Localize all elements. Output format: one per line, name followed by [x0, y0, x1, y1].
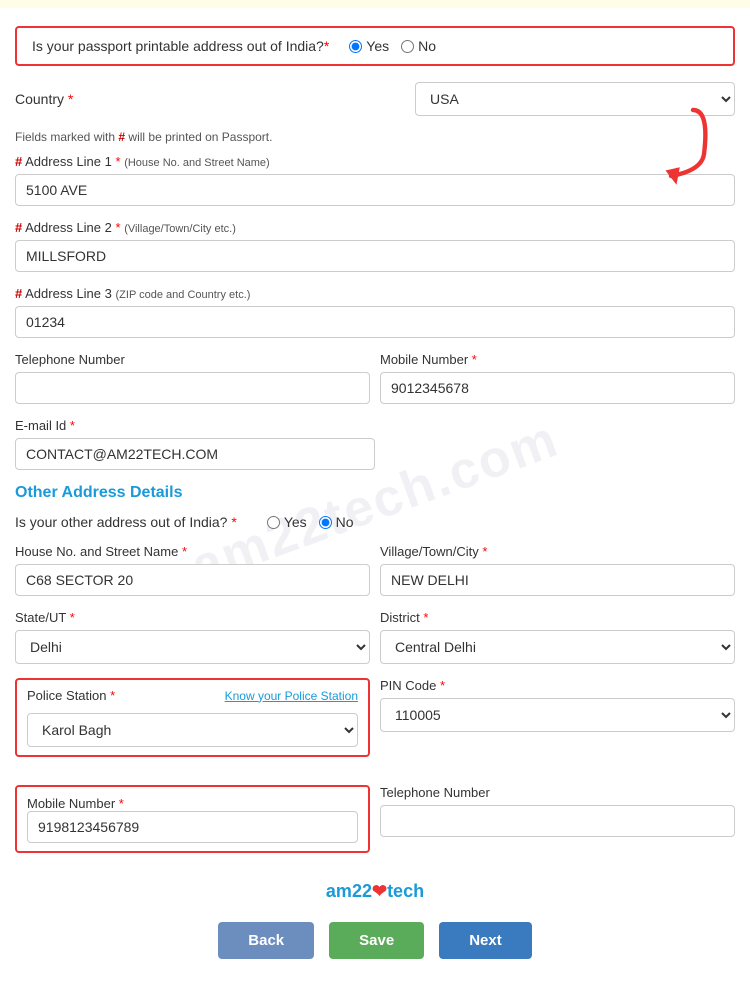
mobile-input[interactable]	[380, 372, 735, 404]
police-station-label: Police Station *	[27, 688, 115, 703]
email-row: E-mail Id *	[15, 418, 735, 470]
state-col: State/UT * Delhi Maharashtra Karnataka T…	[15, 610, 370, 664]
passport-question-label: Is your passport printable address out o…	[32, 38, 329, 54]
state-select[interactable]: Delhi Maharashtra Karnataka Tamil Nadu U…	[15, 630, 370, 664]
email-label: E-mail Id *	[15, 418, 375, 433]
address-line1-col: # Address Line 1 * (House No. and Street…	[15, 154, 735, 206]
state-district-row: State/UT * Delhi Maharashtra Karnataka T…	[15, 610, 735, 664]
know-police-station-link[interactable]: Know your Police Station	[225, 689, 358, 703]
other-telephone-label: Telephone Number	[380, 785, 735, 800]
state-label: State/UT *	[15, 610, 370, 625]
address-line2-label: # Address Line 2 * (Village/Town/City et…	[15, 220, 735, 235]
passport-no-option[interactable]: No	[401, 38, 436, 54]
address-line3-input[interactable]	[15, 306, 735, 338]
other-address-yes-radio[interactable]	[267, 516, 280, 529]
email-input[interactable]	[15, 438, 375, 470]
mobile-col: Mobile Number *	[380, 352, 735, 404]
mobile-label: Mobile Number *	[380, 352, 735, 367]
watermark-bottom: am22❤tech	[15, 881, 735, 902]
other-telephone-col: Telephone Number	[380, 785, 735, 837]
other-address-no-radio[interactable]	[319, 516, 332, 529]
country-select[interactable]: USA India UK Canada Australia	[415, 82, 735, 116]
other-address-radio-group: Yes No	[267, 514, 354, 530]
police-col: Police Station * Know your Police Statio…	[15, 678, 370, 771]
address-line1-row: # Address Line 1 * (House No. and Street…	[15, 154, 735, 206]
other-address-question-row: Is your other address out of India? * Ye…	[15, 514, 735, 530]
address-line2-col: # Address Line 2 * (Village/Town/City et…	[15, 220, 735, 272]
pin-code-select[interactable]: 110005 110001 110002 110003	[380, 698, 735, 732]
pin-label: PIN Code *	[380, 678, 735, 693]
bottom-buttons: Back Save Next	[15, 922, 735, 969]
other-mobile-box: Mobile Number *	[15, 785, 370, 853]
police-station-box: Police Station * Know your Police Statio…	[15, 678, 370, 757]
house-no-col: House No. and Street Name *	[15, 544, 370, 596]
address-line3-row: # Address Line 3 (ZIP code and Country e…	[15, 286, 735, 338]
police-station-select[interactable]: Karol Bagh Connaught Place Paharganj Cha…	[27, 713, 358, 747]
village-town-input[interactable]	[380, 564, 735, 596]
telephone-label: Telephone Number	[15, 352, 370, 367]
village-town-label: Village/Town/City *	[380, 544, 735, 559]
address-line1-label: # Address Line 1 * (House No. and Street…	[15, 154, 735, 169]
other-mobile-input[interactable]	[27, 811, 358, 843]
house-no-label: House No. and Street Name *	[15, 544, 370, 559]
other-mobile-telephone-row: Mobile Number * Telephone Number	[15, 785, 735, 867]
other-telephone-input[interactable]	[380, 805, 735, 837]
district-label: District *	[380, 610, 735, 625]
passport-yes-radio[interactable]	[349, 40, 362, 53]
telephone-input[interactable]	[15, 372, 370, 404]
address-line3-label: # Address Line 3 (ZIP code and Country e…	[15, 286, 735, 301]
other-address-yes-option[interactable]: Yes	[267, 514, 307, 530]
passport-address-radio-group: Yes No	[349, 38, 436, 54]
district-select[interactable]: Central Delhi North Delhi South Delhi Ea…	[380, 630, 735, 664]
address-line3-col: # Address Line 3 (ZIP code and Country e…	[15, 286, 735, 338]
other-address-no-option[interactable]: No	[319, 514, 354, 530]
address-line2-row: # Address Line 2 * (Village/Town/City et…	[15, 220, 735, 272]
pin-col: PIN Code * 110005 110001 110002 110003	[380, 678, 735, 732]
address-line2-input[interactable]	[15, 240, 735, 272]
passport-no-radio[interactable]	[401, 40, 414, 53]
email-col: E-mail Id *	[15, 418, 375, 470]
village-town-col: Village/Town/City *	[380, 544, 735, 596]
country-select-wrap: USA India UK Canada Australia	[415, 82, 735, 116]
fields-note: Fields marked with # will be printed on …	[15, 130, 735, 144]
other-address-section-title: Other Address Details	[15, 484, 735, 502]
back-button[interactable]: Back	[218, 922, 314, 959]
district-col: District * Central Delhi North Delhi Sou…	[380, 610, 735, 664]
telephone-col: Telephone Number	[15, 352, 370, 404]
country-row: Country * USA India UK Canada Australia	[15, 82, 735, 116]
address-line1-input[interactable]	[15, 174, 735, 206]
next-button[interactable]: Next	[439, 922, 532, 959]
other-address-question-label: Is your other address out of India? *	[15, 514, 237, 530]
top-hint-bar	[0, 0, 750, 8]
police-station-header: Police Station * Know your Police Statio…	[27, 688, 358, 703]
phone-row: Telephone Number Mobile Number *	[15, 352, 735, 404]
house-no-input[interactable]	[15, 564, 370, 596]
other-mobile-col: Mobile Number *	[15, 785, 370, 867]
house-village-row: House No. and Street Name * Village/Town…	[15, 544, 735, 596]
passport-question-box: Is your passport printable address out o…	[15, 26, 735, 66]
save-button[interactable]: Save	[329, 922, 424, 959]
police-pin-row: Police Station * Know your Police Statio…	[15, 678, 735, 771]
passport-yes-option[interactable]: Yes	[349, 38, 389, 54]
other-mobile-label: Mobile Number *	[27, 796, 124, 811]
country-label: Country *	[15, 91, 95, 107]
